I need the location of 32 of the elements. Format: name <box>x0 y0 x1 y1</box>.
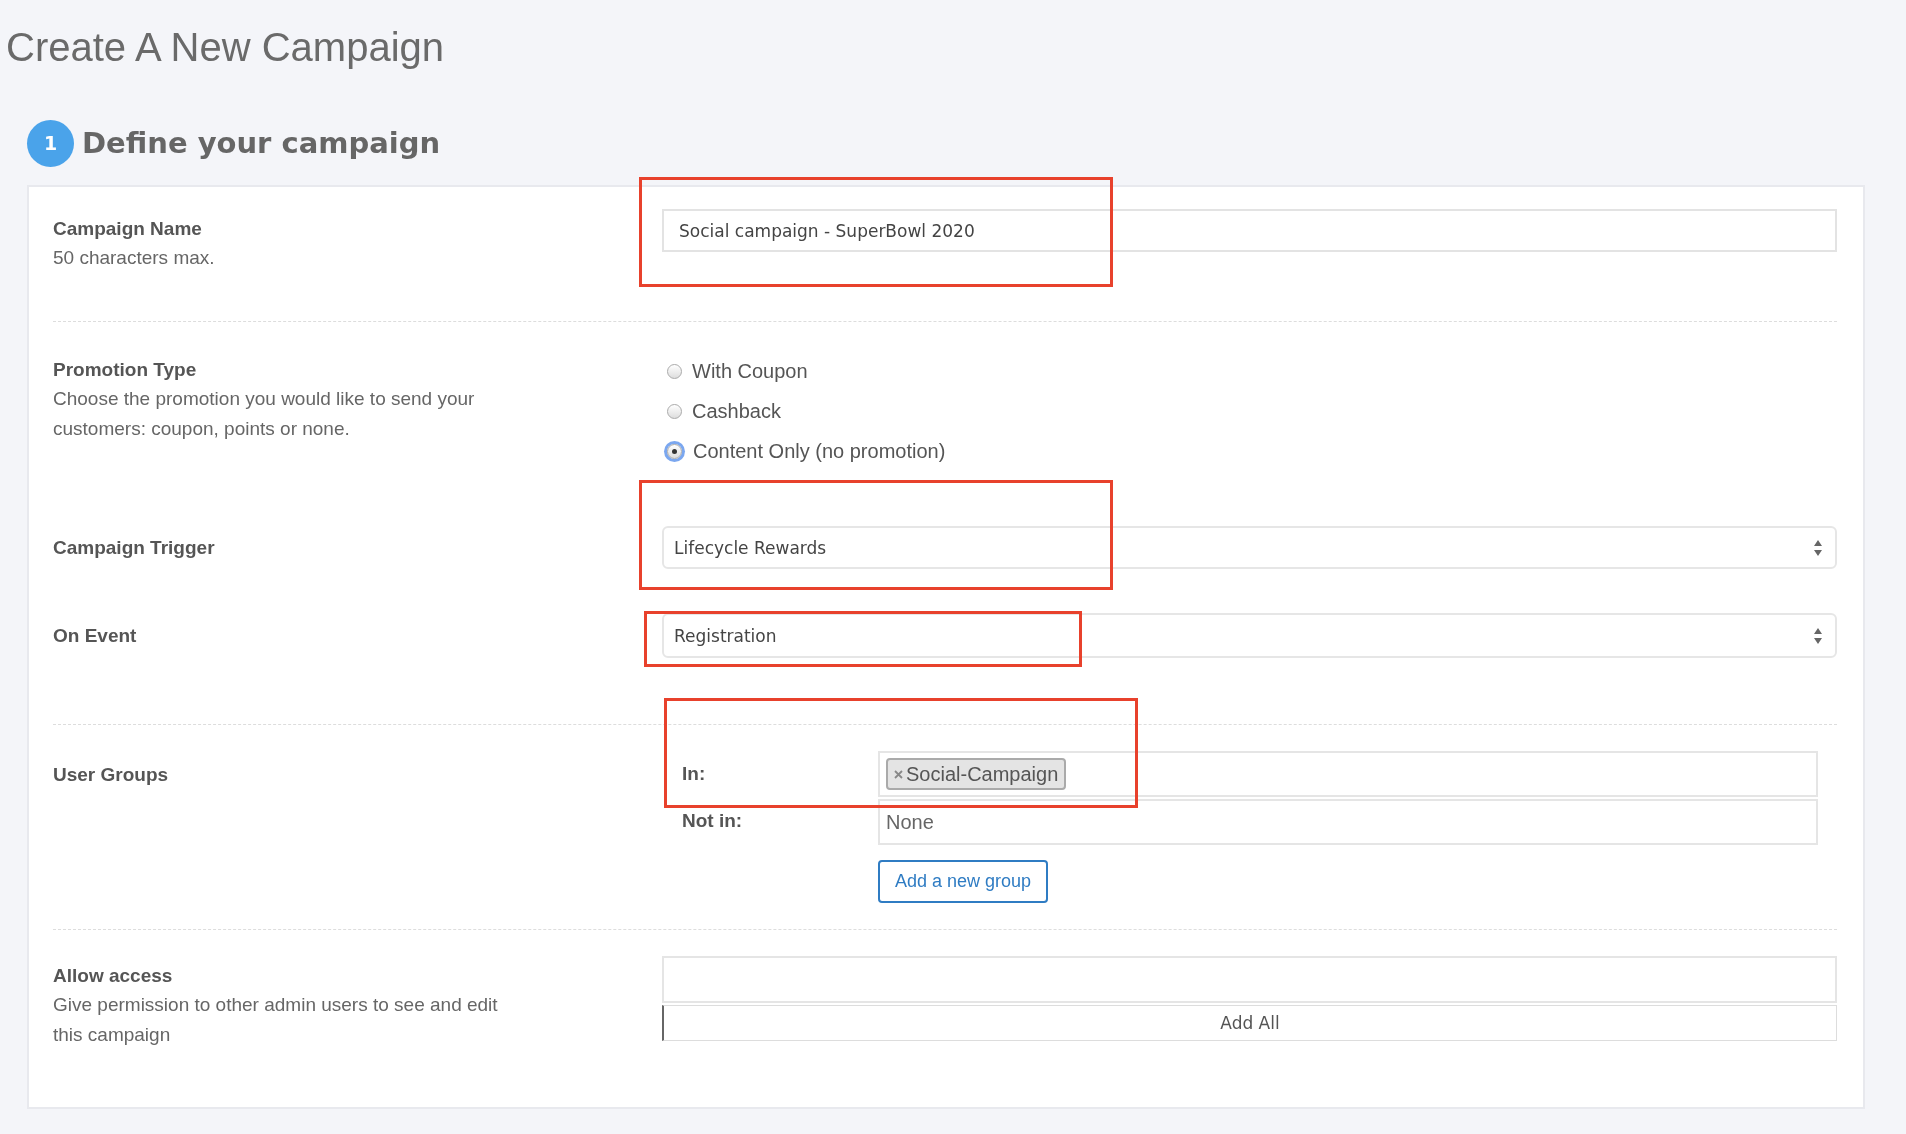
field-label: User Groups <box>53 763 170 787</box>
campaign-name-input[interactable]: Social campaign - SuperBowl 2020 <box>662 209 1837 252</box>
step-number-badge: 1 <box>27 119 74 167</box>
field-label: Campaign Name <box>53 217 203 241</box>
page-title: Create A New Campaign <box>5 24 445 71</box>
radio-button[interactable] <box>667 443 682 459</box>
radio-button[interactable] <box>667 403 682 419</box>
field-hint: Give permission to other admin users to see and edit this campaign <box>53 993 499 1047</box>
radio-option[interactable]: Content Only (no promotion) <box>662 436 1837 466</box>
tag-label: Social-Campaign <box>906 762 1059 786</box>
tag-input-field[interactable]: None <box>878 799 1818 845</box>
field-label: Campaign Trigger <box>53 535 216 560</box>
radio-button[interactable] <box>667 363 682 379</box>
field-label: Allow access <box>53 964 174 988</box>
field-label: Promotion Type <box>53 358 198 382</box>
field-label: On Event <box>53 623 138 648</box>
add-group-button[interactable]: Add a new group <box>878 860 1049 903</box>
add-all-button[interactable]: Add All <box>662 1005 1837 1041</box>
user-input-field[interactable] <box>662 956 1837 1003</box>
tag-input-field[interactable]: Social-Campaign <box>878 751 1818 797</box>
radio-option[interactable]: With Coupon <box>662 356 1837 386</box>
field-hint: 50 characters max. <box>53 246 216 270</box>
dropdown-select[interactable]: Lifecycle Rewards <box>662 526 1837 569</box>
remove-icon[interactable] <box>894 769 903 779</box>
radio-option[interactable]: Cashback <box>662 396 1837 426</box>
field-label: Not in: <box>681 810 744 832</box>
field-hint: Choose the promotion you would like to send your customers: coupon, points or none. <box>53 387 476 441</box>
sort-arrows-icon <box>1813 626 1823 645</box>
section-heading: Define your campaign <box>82 126 441 160</box>
field-label: In: <box>681 763 707 785</box>
dropdown-select[interactable]: Registration <box>662 613 1837 658</box>
sort-arrows-icon <box>1813 538 1823 557</box>
